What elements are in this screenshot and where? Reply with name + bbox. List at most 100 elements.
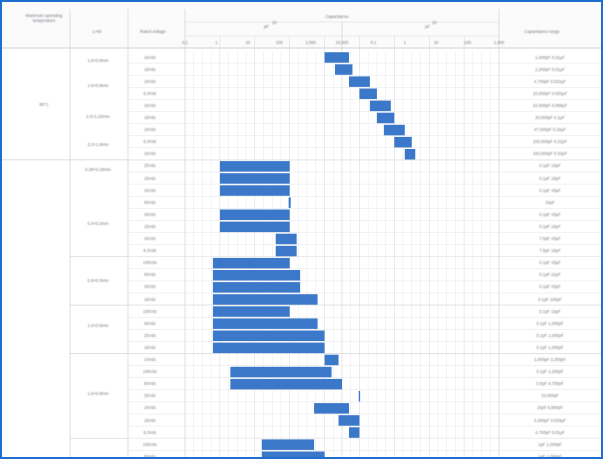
voltage-label-12: 50Vdc <box>144 199 156 205</box>
range-bar-7 <box>394 136 412 148</box>
row-label-2: 2.0×1.25mm <box>86 114 110 119</box>
unit-pf: pF <box>264 24 269 29</box>
range-bar-16 <box>275 245 297 257</box>
range-bar-22 <box>212 318 318 329</box>
row-label-3: 3.2×1.6mm <box>87 142 109 147</box>
voltage-label-32: 100Vdc <box>142 441 158 447</box>
exp-group1: 10 <box>272 20 277 25</box>
range-bar-13 <box>219 209 290 220</box>
range-bar-1 <box>335 64 353 75</box>
range-label-2: 4,700pF 0.022μF <box>534 78 566 84</box>
scale-tick-label-8: 10 <box>433 40 439 45</box>
range-label-33: 1pF 1,000pF <box>538 453 562 459</box>
range-bar-27 <box>230 378 342 390</box>
range-label-13: 0.1pF 15pF <box>539 211 561 217</box>
voltage-label-18: 50Vdc <box>144 272 156 278</box>
range-bar-31 <box>348 427 360 438</box>
range-label-31: 4,700pF 0.01μF <box>535 429 565 435</box>
voltage-label-3: 6.3Vdc <box>143 90 157 96</box>
voltage-label-27: 50Vdc <box>144 381 156 387</box>
scale-tick-label-1: 1 <box>215 40 218 45</box>
range-label-18: 0.1pF 22pF <box>539 272 561 278</box>
range-bar-28 <box>358 391 361 402</box>
row-label-8: 1.6×0.8mm <box>87 391 109 396</box>
voltage-label-6: 10Vdc <box>144 127 156 133</box>
range-label-15: 7.5pF 15pF <box>539 236 561 241</box>
range-label-17: 0.1pF 15pF <box>539 260 561 266</box>
voltage-label-10: 16Vdc <box>144 175 156 181</box>
header-capacitance: Capacitance <box>325 14 349 19</box>
header-lw: L×W <box>92 29 102 34</box>
range-bar-9 <box>219 161 290 172</box>
range-bar-15 <box>275 233 297 245</box>
voltage-label-8: 16Vdc <box>144 151 156 157</box>
range-label-20: 0.1pF 100pF <box>538 296 562 302</box>
voltage-label-0: 16Vdc <box>144 54 156 60</box>
scale-tick-label-0: 0.1 <box>182 40 188 45</box>
range-label-30: 3,300pF 0.033μF <box>534 417 566 423</box>
voltage-label-19: 25Vdc <box>144 284 156 290</box>
voltage-label-11: 10Vdc <box>144 187 156 193</box>
range-bar-30 <box>338 415 360 426</box>
range-label-9: 0.1pF 15pF <box>539 163 561 169</box>
range-bar-10 <box>219 173 290 184</box>
range-bar-18 <box>212 270 301 281</box>
range-bar-19 <box>212 282 301 293</box>
range-bar-24 <box>212 342 325 354</box>
range-bar-11 <box>219 185 290 196</box>
voltage-label-25: 10Vdc <box>144 357 156 362</box>
voltage-label-2: 10Vdc <box>144 78 156 84</box>
range-bar-33 <box>261 451 325 457</box>
range-bar-14 <box>219 221 290 233</box>
voltage-label-28: 25Vdc <box>144 393 156 399</box>
scale-tick-label-4: 1,000 <box>305 40 316 45</box>
chart-frame: Maximum operating temperature L×W Rated … <box>0 0 603 459</box>
range-label-1: 2,200pF 0.01μF <box>535 66 565 72</box>
row-label-5: 0.4×0.2mm <box>87 221 109 226</box>
voltage-label-1: 16Vdc <box>144 66 156 72</box>
exp-group2: 10 <box>432 20 437 25</box>
range-bar-6 <box>383 124 405 136</box>
range-label-10: 0.1pF 15pF <box>539 175 561 181</box>
voltage-label-20: 16Vdc <box>144 296 156 302</box>
voltage-label-15: 10Vdc <box>144 236 156 241</box>
voltage-label-24: 16Vdc <box>144 344 156 350</box>
range-bar-8 <box>404 149 416 160</box>
voltage-label-17: 100Vdc <box>142 260 158 266</box>
range-bar-17 <box>212 257 290 269</box>
voltage-label-29: 16Vdc <box>144 405 156 411</box>
range-label-32: 1pF 1,000pF <box>538 441 562 447</box>
scale-tick-label-7: 1 <box>403 40 406 45</box>
range-bar-29 <box>314 403 349 414</box>
scale-tick-label-9: 100 <box>464 40 472 45</box>
range-label-21: 0.1pF 15pF <box>539 308 561 314</box>
range-label-6: 47,000pF 0.15μF <box>534 127 566 133</box>
header-temperature: Maximum operating temperature <box>25 13 63 23</box>
range-bar-21 <box>212 306 290 317</box>
range-label-14: 0.1pF 15pF <box>539 223 561 229</box>
scale-tick-label-2: 10 <box>245 40 251 45</box>
voltage-label-9: 25Vdc <box>144 163 156 169</box>
range-label-24: 0.1pF 1,000pF <box>536 344 564 350</box>
row-label-4: 0.38×0.18mm <box>85 167 111 172</box>
range-bar-0 <box>324 52 349 63</box>
row-label-6: 0.6×0.3mm <box>87 278 109 283</box>
header-range: Capacitance range <box>524 29 560 34</box>
voltage-label-13: 25Vdc <box>144 211 156 217</box>
range-bar-25 <box>324 354 339 366</box>
range-bar-23 <box>212 330 325 341</box>
range-label-11: 0.1pF 15pF <box>539 187 561 193</box>
range-bar-3 <box>359 88 377 99</box>
range-label-19: 0.1pF 33pF <box>539 284 561 290</box>
voltage-label-7: 6.3Vdc <box>143 139 157 145</box>
voltage-label-23: 25Vdc <box>144 332 156 338</box>
unit-uf: μF <box>425 24 430 29</box>
range-label-7: 100,000pF 0.22μF <box>532 139 568 145</box>
voltage-label-31: 6.3Vdc <box>143 429 157 435</box>
voltage-label-14: 16Vdc <box>144 223 156 229</box>
range-bar-26 <box>230 366 332 378</box>
range-bar-4 <box>369 100 391 112</box>
range-label-8: 150,000pF 0.33μF <box>532 151 568 157</box>
range-bar-2 <box>348 76 370 87</box>
row-label-0: 1.6×0.8mm <box>87 58 109 63</box>
